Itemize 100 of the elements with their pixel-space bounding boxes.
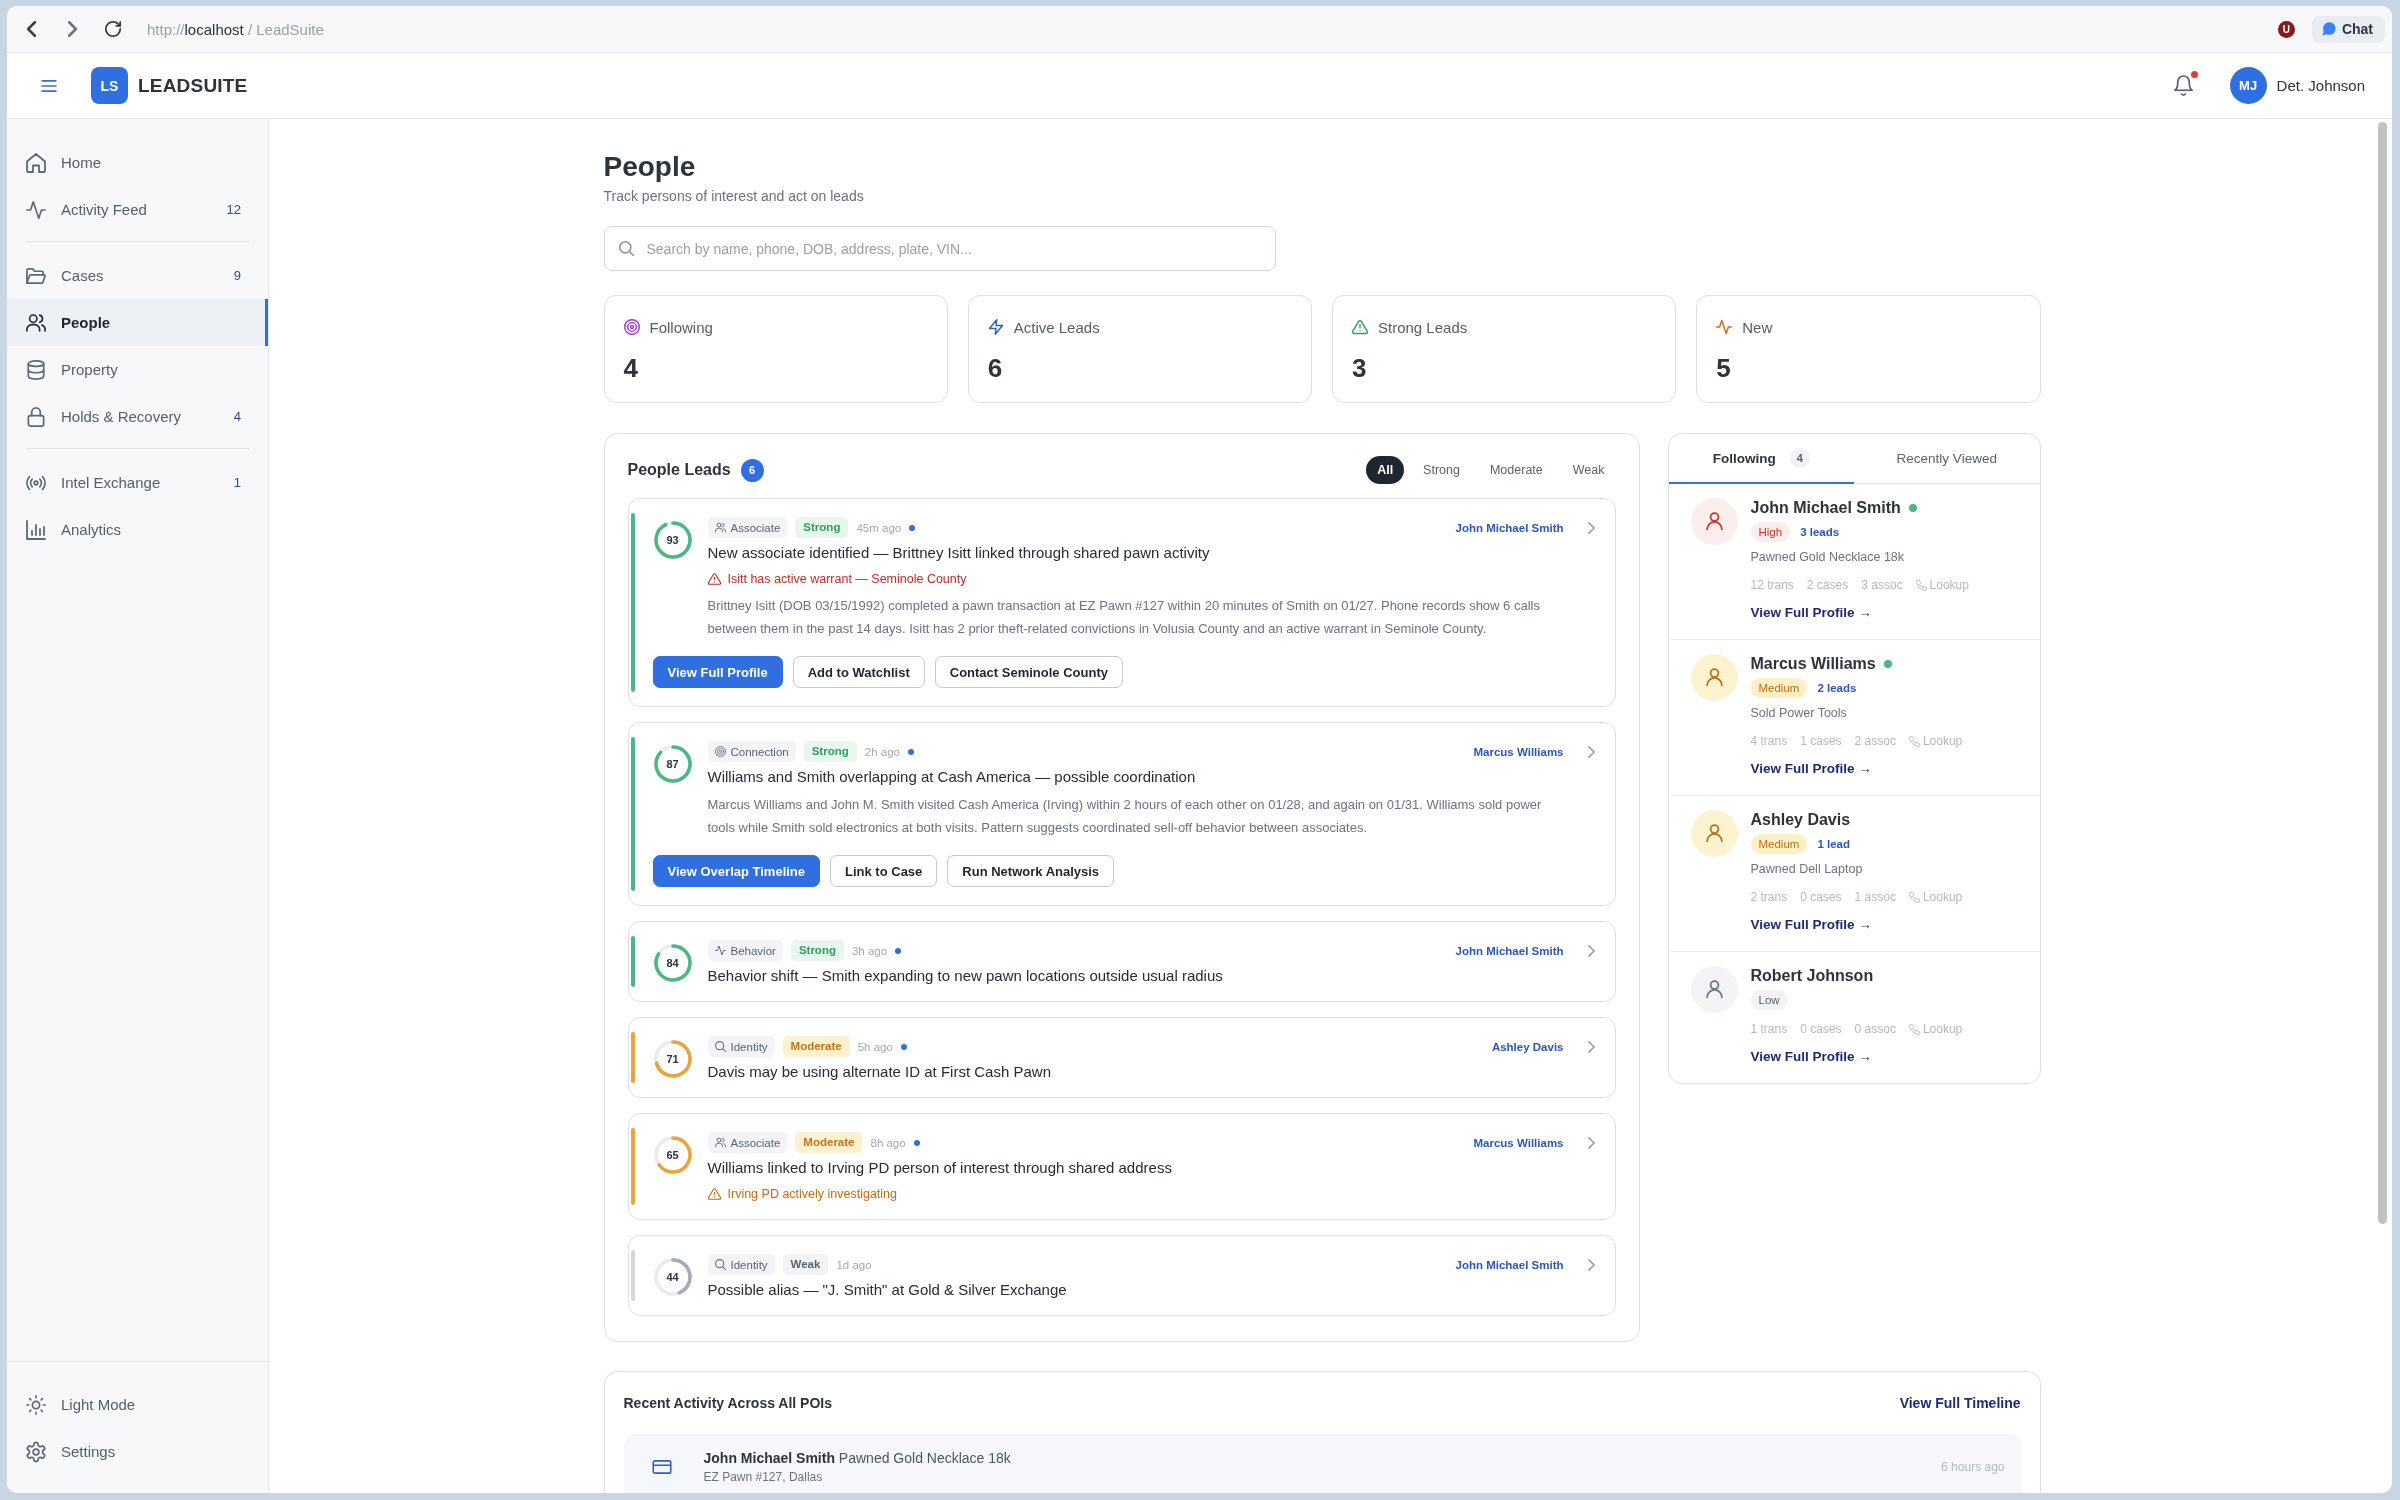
sidebar-item[interactable]: Activity Feed 12	[7, 186, 268, 233]
person-name: John Michael Smith	[1750, 499, 1901, 517]
last-activity-text: Sold Power Tools	[1750, 705, 1847, 722]
action-button[interactable]: View Overlap Timeline	[652, 855, 821, 887]
lead-card[interactable]	[627, 722, 1616, 906]
stat-value: 5	[1716, 352, 1732, 384]
user-name[interactable]: Det. Johnson	[2276, 77, 2365, 94]
activity-row[interactable]: John Michael Smith Pawned Gold Necklace 18k EZ Pawn #127, Dallas 6 hours ago	[623, 1434, 2021, 1493]
search-icon	[714, 1259, 726, 1270]
page-subtitle: Track persons of interest and act on leads	[603, 187, 865, 206]
database-icon	[26, 359, 46, 380]
person-name: Robert Johnson	[1750, 967, 1874, 985]
person-link[interactable]: John Michael Smith	[1455, 944, 1564, 957]
chevron-right-icon[interactable]	[1587, 521, 1595, 534]
sidebar-item[interactable]: Settings	[7, 1428, 268, 1475]
profile-link[interactable]: View Full Profile →	[1750, 760, 1872, 778]
leads-link[interactable]: 2 leads	[1817, 682, 1857, 694]
filter-pill[interactable]: Strong	[1412, 456, 1471, 484]
extension-button[interactable]: U	[2277, 20, 2295, 38]
lead-title: Possible alias — "J. Smith" at Gold & Silver Exchange	[707, 1280, 1068, 1300]
time-text: 1d ago	[836, 1258, 872, 1271]
stat-value: 6	[987, 352, 1004, 384]
item-count: 9	[233, 268, 241, 283]
bell-icon[interactable]	[2173, 75, 2193, 96]
chevron-right-icon[interactable]	[1587, 1136, 1595, 1149]
forward-icon[interactable]	[68, 21, 77, 37]
chevron-right-icon[interactable]	[1587, 1040, 1595, 1053]
time-text: 2h ago	[864, 745, 900, 758]
person-link[interactable]: John Michael Smith	[1455, 1258, 1564, 1271]
sidebar-item[interactable]: Intel Exchange 1	[7, 459, 268, 506]
lightning-icon	[987, 319, 1004, 335]
back-icon[interactable]	[27, 21, 36, 37]
lead-card[interactable]: 84 Behavior Strong 3h ago John Michael Smith Behavior shift — Smith expanding to new pawn locations outside usual radius	[627, 921, 1616, 1002]
strength-bar	[630, 936, 635, 987]
profile-link[interactable]: View Full Profile →	[1750, 1048, 1872, 1066]
panel-tab[interactable]: Recently Viewed	[1854, 434, 2040, 484]
people-icon	[714, 1137, 726, 1148]
sidebar-item[interactable]: Light Mode	[7, 1381, 268, 1428]
chevron-right-icon[interactable]	[1587, 745, 1595, 758]
stat-label: Strong Leads	[1378, 318, 1468, 336]
lead-title: Behavior shift — Smith expanding to new pawn locations outside usual radius	[707, 966, 1224, 986]
priority-tag: Medium	[1750, 834, 1808, 854]
menu-icon[interactable]	[41, 79, 57, 92]
filter-pill[interactable]: Moderate	[1478, 456, 1554, 484]
user-avatar[interactable]: MJ	[2229, 67, 2267, 104]
priority-tag: Medium	[1750, 678, 1808, 698]
folder-icon	[26, 265, 46, 286]
sun-icon	[26, 1394, 46, 1415]
scrollbar-thumb[interactable]	[2378, 122, 2387, 1224]
action-button[interactable]: View Full Profile	[652, 656, 783, 688]
action-button[interactable]: Add to Watchlist	[792, 656, 925, 688]
lead-card[interactable]	[627, 498, 1616, 707]
address-field[interactable]: http://localhost / LeadSuite	[147, 20, 324, 38]
sidebar-item[interactable]: Home	[7, 139, 268, 186]
sidebar-item[interactable]: Property	[7, 346, 268, 393]
category-label: Identity	[730, 1040, 768, 1053]
profile-link[interactable]: View Full Profile →	[1750, 916, 1872, 934]
score-ring	[652, 1257, 693, 1297]
person-link[interactable]: Ashley Davis	[1491, 1040, 1564, 1053]
count-badge: 6	[740, 458, 764, 482]
panel-tab[interactable]: Following 4	[1668, 434, 1854, 484]
count-badge: 4	[1789, 448, 1810, 468]
leads-link[interactable]: 1 lead	[1817, 838, 1850, 850]
strength-tag: Strong	[795, 517, 849, 538]
chat-button[interactable]: Chat	[2311, 15, 2385, 43]
stat-text: 2 cases	[1806, 578, 1849, 592]
sidebar-item[interactable]: Holds & Recovery 4	[7, 393, 268, 440]
reload-icon[interactable]	[105, 21, 121, 37]
person-link[interactable]: John Michael Smith	[1455, 521, 1564, 534]
stat-text: 1 cases	[1800, 734, 1842, 748]
sidebar-item[interactable]: Cases 9	[7, 252, 268, 299]
lead-card[interactable]: 71 Identity Moderate 5h ago Ashley Davis Davis may be using alternate ID at First Cash Pawn	[627, 1017, 1616, 1098]
filter-pill[interactable]: All	[1366, 456, 1405, 484]
brand-name: LEADSUITE	[138, 74, 248, 97]
score-value: 71	[666, 1053, 679, 1065]
person-link[interactable]: Marcus Williams	[1473, 1136, 1564, 1149]
leads-link[interactable]: 3 leads	[1800, 526, 1840, 538]
search-icon	[714, 1041, 726, 1052]
action-button[interactable]: Link to Case	[830, 855, 938, 887]
phone-icon	[1915, 579, 1927, 591]
last-activity-text: Pawned Gold Necklace 18k	[1750, 549, 1905, 566]
lead-card[interactable]: 65 Associate Moderate 8h ago Marcus Williams Williams linked to Irving PD person of interest through shared address Irving PD actively investigating	[627, 1113, 1616, 1220]
lead-title: New associate identified — Brittney Isitt linked through shared pawn activity	[707, 543, 1211, 563]
search-field[interactable]: Search by name, phone, DOB, address, plate, VIN...	[603, 226, 1276, 271]
lead-card[interactable]: 44 Identity Weak 1d ago John Michael Smith Possible alias — "J. Smith" at Gold & Silver Exchange	[627, 1235, 1616, 1316]
score-value: 65	[666, 1149, 679, 1161]
stat-label: New	[1742, 318, 1773, 336]
filter-pill[interactable]: Weak	[1561, 456, 1616, 484]
chevron-right-icon[interactable]	[1587, 1258, 1595, 1271]
sidebar-item[interactable]: Analytics	[7, 506, 268, 553]
panel-title: People Leads	[627, 461, 731, 479]
chevron-right-icon[interactable]	[1587, 944, 1595, 957]
action-button[interactable]: Run Network Analysis	[947, 855, 1115, 887]
action-button[interactable]: Contact Seminole County	[934, 656, 1123, 688]
timeline-link[interactable]: View Full Timeline	[1899, 1395, 2021, 1411]
activity-text: John Michael Smith Pawned Gold Necklace 18k	[703, 1449, 1012, 1468]
profile-link[interactable]: View Full Profile →	[1750, 604, 1872, 622]
person-link[interactable]: Marcus Williams	[1473, 745, 1564, 758]
sidebar-item[interactable]: People	[7, 299, 268, 346]
chat-icon	[2321, 22, 2336, 36]
